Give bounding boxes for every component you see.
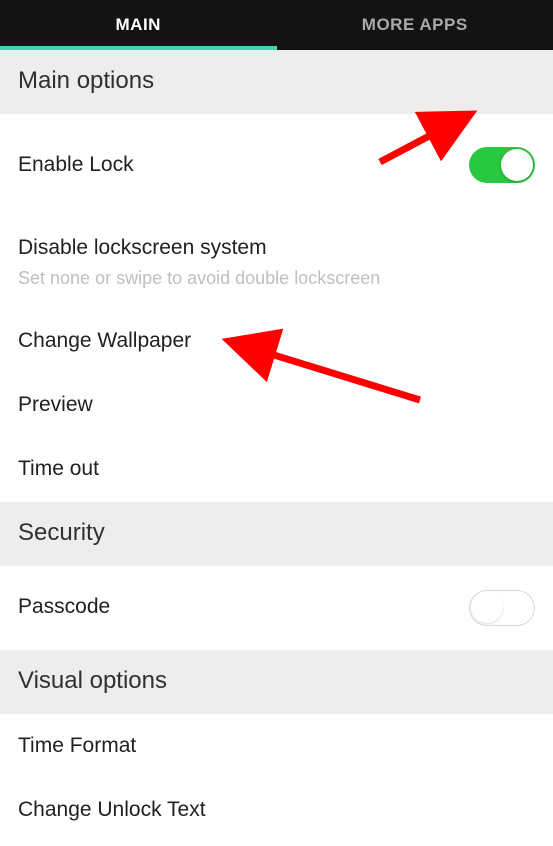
row-time-out-title: Time out bbox=[18, 456, 535, 482]
tab-more-apps[interactable]: MORE APPS bbox=[277, 0, 553, 50]
row-time-format[interactable]: Time Format bbox=[0, 714, 553, 778]
row-time-format-title: Time Format bbox=[18, 733, 535, 759]
row-enable-lock[interactable]: Enable Lock bbox=[0, 114, 553, 216]
toggle-knob bbox=[501, 149, 533, 181]
row-change-wallpaper-title: Change Wallpaper bbox=[18, 328, 535, 354]
tab-more-apps-label: MORE APPS bbox=[362, 15, 468, 35]
row-disable-lockscreen-title: Disable lockscreen system bbox=[18, 235, 535, 261]
section-header-visual-options: Visual options bbox=[0, 650, 553, 714]
tab-main[interactable]: MAIN bbox=[0, 0, 277, 50]
row-disable-lockscreen-subtitle: Set none or swipe to avoid double locksc… bbox=[18, 267, 535, 290]
row-change-unlock-text[interactable]: Change Unlock Text bbox=[0, 778, 553, 842]
tab-main-label: MAIN bbox=[116, 15, 161, 35]
section-header-main-options-label: Main options bbox=[18, 67, 154, 94]
row-change-unlock-text-title: Change Unlock Text bbox=[18, 797, 535, 823]
row-passcode[interactable]: Passcode bbox=[0, 566, 553, 650]
row-enable-lock-title: Enable Lock bbox=[18, 152, 469, 178]
toggle-enable-lock[interactable] bbox=[469, 147, 535, 183]
row-change-wallpaper[interactable]: Change Wallpaper bbox=[0, 309, 553, 373]
section-header-security: Security bbox=[0, 502, 553, 566]
row-preview-title: Preview bbox=[18, 392, 535, 418]
row-preview[interactable]: Preview bbox=[0, 373, 553, 437]
section-header-visual-options-label: Visual options bbox=[18, 667, 167, 694]
toggle-knob bbox=[471, 591, 503, 623]
toggle-passcode[interactable] bbox=[469, 590, 535, 626]
section-header-security-label: Security bbox=[18, 519, 105, 546]
tab-bar: MAIN MORE APPS bbox=[0, 0, 553, 50]
row-disable-lockscreen[interactable]: Disable lockscreen system Set none or sw… bbox=[0, 216, 553, 309]
section-header-main-options: Main options bbox=[0, 50, 553, 114]
row-time-out[interactable]: Time out bbox=[0, 437, 553, 501]
row-passcode-title: Passcode bbox=[18, 594, 469, 620]
